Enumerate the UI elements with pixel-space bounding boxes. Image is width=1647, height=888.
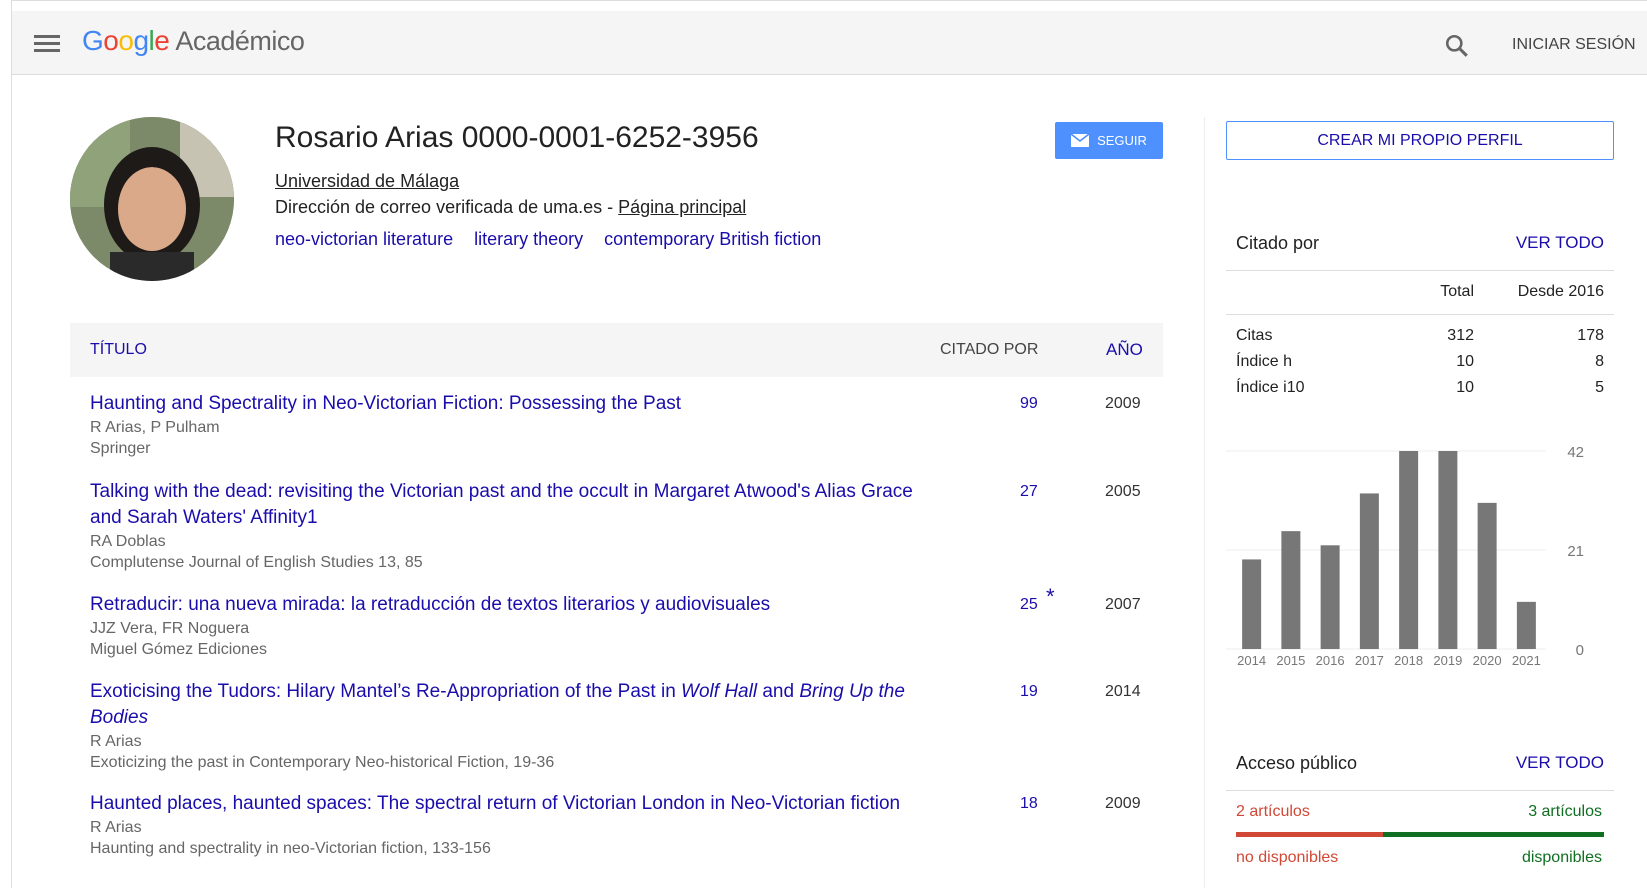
article-authors: R Arias <box>90 733 142 750</box>
chart-bar[interactable] <box>1438 451 1458 649</box>
x-tick-label: 2015 <box>1276 653 1305 668</box>
email-verification: Dirección de correo verificada de uma.es… <box>275 197 746 218</box>
article-authors: RA Doblas <box>90 533 166 550</box>
article-year: 2005 <box>1105 483 1141 500</box>
email-text: Dirección de correo verificada de uma.es… <box>275 197 619 217</box>
article-publication: Haunting and spectrality in neo-Victoria… <box>90 840 491 857</box>
profile-photo <box>70 117 234 281</box>
search-icon[interactable] <box>1444 33 1470 59</box>
x-tick-label: 2014 <box>1237 653 1266 668</box>
table-header: TÍTULO CITADO POR AÑO <box>70 323 1163 377</box>
product-name: Académico <box>175 26 305 56</box>
available-count[interactable]: 3 artículos <box>1528 803 1602 821</box>
column-divider <box>1204 117 1205 888</box>
x-tick-label: 2021 <box>1512 653 1541 668</box>
chart-bar[interactable] <box>1359 493 1379 649</box>
x-tick-label: 2017 <box>1355 653 1384 668</box>
y-tick-label: 42 <box>1567 444 1584 461</box>
chart-bar[interactable] <box>1516 601 1536 649</box>
view-all-access-link[interactable]: VER TODO <box>1516 753 1604 773</box>
article-year: 2014 <box>1105 683 1141 700</box>
x-tick-label: 2020 <box>1473 653 1502 668</box>
create-profile-button[interactable]: CREAR MI PROPIO PERFIL <box>1226 121 1614 160</box>
stats-row: Índice i10 10 5 <box>1236 379 1604 396</box>
homepage-link[interactable]: Página principal <box>618 197 746 217</box>
citations-per-year-chart: 0 21 42 2014 2015 2016 2017 2018 2019 2020 2021 <box>1226 444 1584 668</box>
available-label: disponibles <box>1521 849 1602 866</box>
article-publication: Complutense Journal of English Studies 1… <box>90 554 423 571</box>
unavailable-count[interactable]: 2 artículos <box>1236 803 1310 821</box>
article-authors: R Arias <box>90 819 142 836</box>
follow-button[interactable]: SEGUIR <box>1055 122 1163 159</box>
google-scholar-logo[interactable]: Google Académico <box>82 25 305 57</box>
public-access-title: Acceso público <box>1236 753 1358 773</box>
article-publication: Miguel Gómez Ediciones <box>90 641 267 658</box>
cited-by-header: Citado por VER TODO <box>1226 227 1614 271</box>
page-frame: Google Académico INICIAR SESIÓN Rosario A… <box>11 0 1647 888</box>
x-tick-label: 2019 <box>1433 653 1462 668</box>
stats-header: Total Desde 2016 <box>1226 271 1614 315</box>
stats-row: Índice h 10 8 <box>1236 353 1604 370</box>
col-since: Desde 2016 <box>1517 283 1604 300</box>
x-tick-label: 2016 <box>1316 653 1345 668</box>
cited-by-count[interactable]: 19 <box>1020 683 1038 701</box>
unavailable-label: no disponibles <box>1236 849 1339 866</box>
chart-bar[interactable] <box>1242 559 1262 649</box>
unavailable-bar <box>1236 832 1384 837</box>
y-tick-label: 21 <box>1567 543 1584 560</box>
merged-citations-star: * <box>1046 584 1055 609</box>
available-bar <box>1383 832 1604 837</box>
chart-bar[interactable] <box>1320 545 1340 649</box>
research-interests: neo-victorian literature literary theory… <box>275 229 837 250</box>
top-bar: Google Académico INICIAR SESIÓN <box>12 11 1647 75</box>
sort-by-title[interactable]: TÍTULO <box>90 341 147 359</box>
article-publication: Exoticizing the past in Contemporary Neo… <box>90 754 555 771</box>
article-year: 2007 <box>1105 596 1141 613</box>
table-row: Exoticising the Tudors: Hilary Mantel’s … <box>90 679 1163 773</box>
interest-link[interactable]: literary theory <box>474 229 583 249</box>
table-row: Talking with the dead: revisiting the Vi… <box>90 479 1163 573</box>
table-row: Haunted places, haunted spaces: The spec… <box>90 791 1163 859</box>
article-title-link[interactable]: Talking with the dead: revisiting the Vi… <box>90 479 940 531</box>
sort-by-cited[interactable]: CITADO POR <box>940 341 1038 359</box>
affiliation-link[interactable]: Universidad de Málaga <box>275 171 459 192</box>
follow-label: SEGUIR <box>1097 133 1147 148</box>
article-title-link[interactable]: Haunting and Spectrality in Neo-Victoria… <box>90 391 940 417</box>
citation-stats-table: Total Desde 2016 Citas 312 178 Índice h … <box>1226 271 1614 401</box>
cited-by-count[interactable]: 27 <box>1020 483 1038 501</box>
sign-in-button[interactable]: INICIAR SESIÓN <box>1512 36 1636 54</box>
col-total: Total <box>1440 283 1474 300</box>
chart-bar[interactable] <box>1281 531 1301 649</box>
public-access-header: Acceso público VER TODO <box>1226 747 1614 791</box>
envelope-icon <box>1071 134 1090 147</box>
public-access-bar <box>1236 832 1604 837</box>
article-publication: Springer <box>90 440 151 457</box>
article-year: 2009 <box>1105 795 1141 812</box>
article-title-link[interactable]: Exoticising the Tudors: Hilary Mantel’s … <box>90 679 940 731</box>
article-authors: JJZ Vera, FR Noguera <box>90 620 250 637</box>
cited-by-count[interactable]: 25 <box>1020 596 1038 614</box>
menu-icon[interactable] <box>34 35 60 53</box>
cited-by-count[interactable]: 99 <box>1020 395 1038 413</box>
table-row: Haunting and Spectrality in Neo-Victoria… <box>90 391 1163 459</box>
article-year: 2009 <box>1105 395 1141 412</box>
cited-by-title: Citado por <box>1236 233 1320 253</box>
article-title-link[interactable]: Haunted places, haunted spaces: The spec… <box>90 791 940 817</box>
chart-bar[interactable] <box>1477 502 1497 649</box>
interest-link[interactable]: neo-victorian literature <box>275 229 453 249</box>
table-row: Retraducir: una nueva mirada: la retradu… <box>90 584 1163 660</box>
x-tick-label: 2018 <box>1394 653 1423 668</box>
chart-bar[interactable] <box>1399 451 1419 649</box>
interest-link[interactable]: contemporary British fiction <box>604 229 821 249</box>
profile-name: Rosario Arias 0000-0001-6252-3956 <box>275 121 759 154</box>
stats-row: Citas 312 178 <box>1236 327 1604 344</box>
article-title-link[interactable]: Retraducir: una nueva mirada: la retradu… <box>90 592 940 618</box>
view-all-citations-link[interactable]: VER TODO <box>1516 233 1604 253</box>
article-authors: R Arias, P Pulham <box>90 419 220 436</box>
cited-by-count[interactable]: 18 <box>1020 795 1038 813</box>
y-tick-label: 0 <box>1576 642 1584 659</box>
sort-by-year[interactable]: AÑO <box>1106 340 1143 360</box>
